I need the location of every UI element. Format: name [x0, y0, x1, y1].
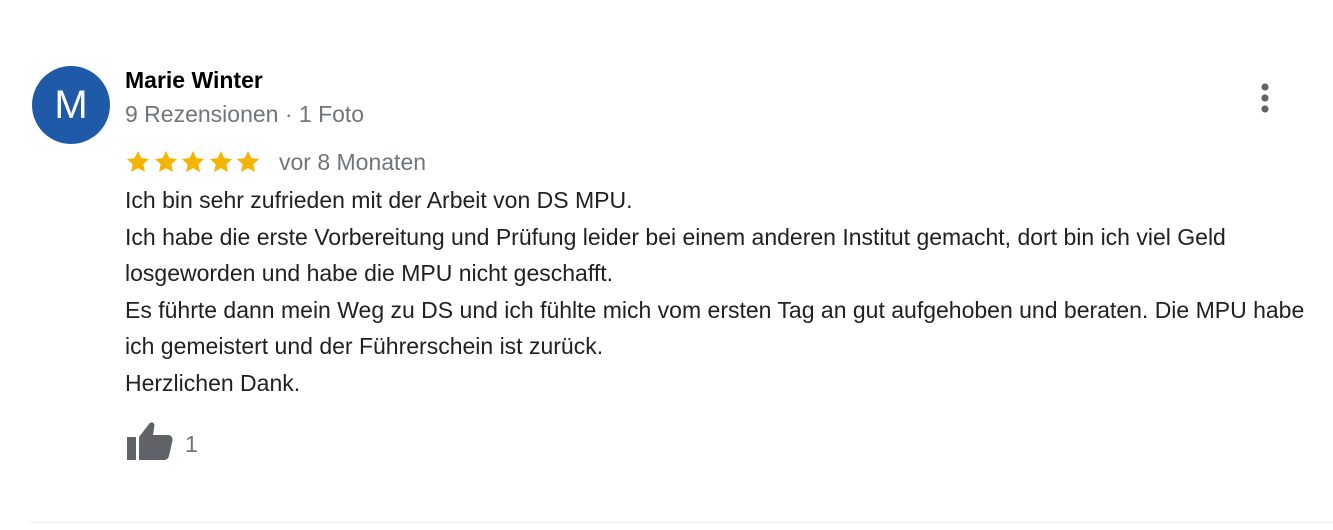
- star-icon: [154, 150, 177, 172]
- star-rating: [125, 147, 265, 177]
- like-count: 1: [185, 431, 198, 457]
- like-button[interactable]: [125, 418, 175, 466]
- star-icon: [236, 150, 260, 172]
- author-avatar[interactable]: M: [32, 66, 110, 144]
- more-vert-icon: [1261, 83, 1269, 113]
- review-date: vor 8 Monaten: [279, 149, 427, 175]
- star-icon: [126, 150, 150, 172]
- more-options-button[interactable]: [1250, 80, 1280, 116]
- review-card: M Marie Winter 9 Rezensionen · 1 Foto vo…: [0, 0, 1333, 530]
- review-text-line: Ich bin sehr zufrieden mit der Arbeit vo…: [125, 187, 633, 213]
- review-text: Ich bin sehr zufrieden mit der Arbeit vo…: [125, 182, 1333, 401]
- star-icon: [181, 150, 205, 172]
- review-text-line: Herzlichen Dank.: [125, 369, 301, 396]
- review-text-line: Ich habe die erste Vorbereitung und Prüf…: [125, 223, 1226, 287]
- star-icon: [209, 150, 232, 172]
- thumb-up-icon: [127, 422, 173, 460]
- review-text-line: Es führte dann mein Weg zu DS und ich fü…: [125, 296, 1305, 360]
- author-name[interactable]: Marie Winter: [125, 66, 263, 94]
- divider: [30, 522, 1333, 523]
- author-meta[interactable]: 9 Rezensionen · 1 Foto: [125, 100, 364, 128]
